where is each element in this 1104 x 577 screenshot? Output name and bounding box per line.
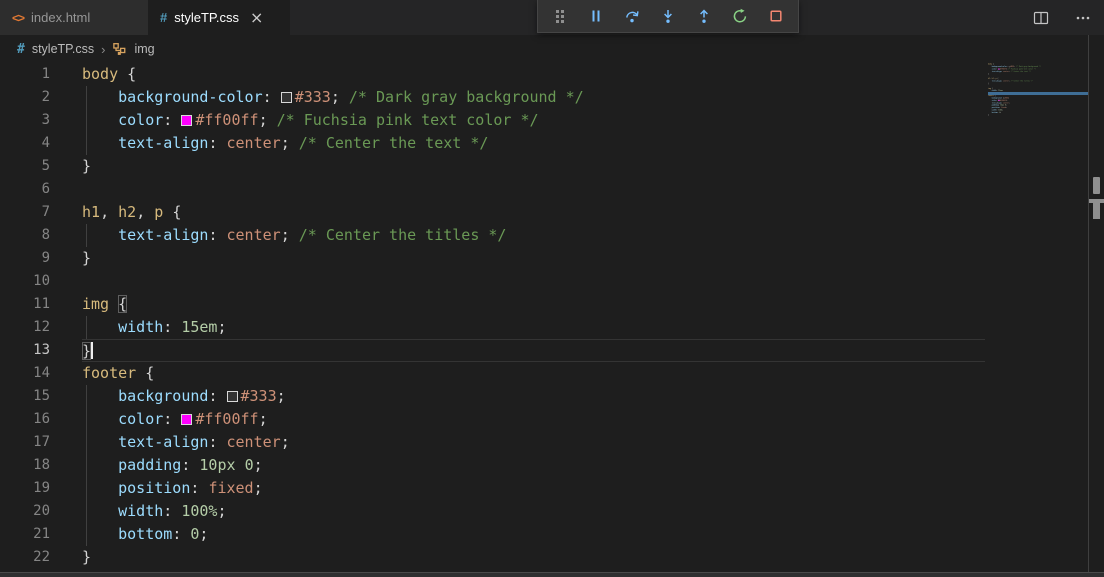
code-line[interactable]: 1 body { xyxy=(0,63,985,86)
line-number[interactable]: 9 xyxy=(0,247,50,270)
code-line[interactable]: 15 background: #333; xyxy=(0,385,985,408)
code-line[interactable]: 20 width: 100%; xyxy=(0,500,985,523)
code-line[interactable]: 2 background-color: #333; /* Dark gray b… xyxy=(0,86,985,109)
tab-label: styleTP.css xyxy=(174,10,240,25)
breadcrumb-symbol[interactable]: img xyxy=(134,42,154,56)
line-number[interactable]: 21 xyxy=(0,523,50,546)
line-number[interactable]: 13 xyxy=(0,339,50,362)
line-number[interactable]: 16 xyxy=(0,408,50,431)
line-number[interactable]: 10 xyxy=(0,270,50,293)
code-line[interactable]: 16 color: #ff00ff; xyxy=(0,408,985,431)
code-line[interactable]: 9} xyxy=(0,247,985,270)
line-number[interactable]: 18 xyxy=(0,454,50,477)
code-line[interactable]: 5} xyxy=(0,155,985,178)
line-number[interactable]: 11 xyxy=(0,293,50,316)
debug-toolbar xyxy=(537,0,799,33)
panel-top-edge xyxy=(0,572,1104,577)
line-number[interactable]: 3 xyxy=(0,109,50,132)
chevron-right-icon: › xyxy=(101,41,106,57)
line-number[interactable]: 14 xyxy=(0,362,50,385)
editor-actions xyxy=(1030,0,1094,35)
split-editor-icon[interactable] xyxy=(1030,7,1052,29)
code-line[interactable]: 22} xyxy=(0,546,985,569)
css-file-icon: # xyxy=(17,41,25,57)
code-line[interactable]: 7 h1, h2, p { xyxy=(0,201,985,224)
pause-button[interactable] xyxy=(583,3,609,29)
code-editor[interactable]: 1 body {2 background-color: #333; /* Dark… xyxy=(0,63,985,569)
code-line[interactable]: 19 position: fixed; xyxy=(0,477,985,500)
line-number[interactable]: 17 xyxy=(0,431,50,454)
css-file-icon: # xyxy=(160,10,168,25)
line-number[interactable]: 1 xyxy=(0,63,50,86)
code-line[interactable]: 18 padding: 10px 0; xyxy=(0,454,985,477)
overview-ruler-marker xyxy=(1093,177,1100,194)
line-number[interactable]: 7 xyxy=(0,201,50,224)
text-cursor xyxy=(91,342,94,359)
close-tab-icon[interactable]: × xyxy=(250,9,263,26)
code-line[interactable]: 8 text-align: center; /* Center the titl… xyxy=(0,224,985,247)
code-line[interactable]: 13} xyxy=(0,339,985,362)
code-line[interactable]: 21 bottom: 0; xyxy=(0,523,985,546)
line-number[interactable]: 22 xyxy=(0,546,50,569)
tab-styletp-css[interactable]: # styleTP.css × xyxy=(148,0,290,35)
line-number[interactable]: 6 xyxy=(0,178,50,201)
css-rule-symbol-icon xyxy=(112,42,127,57)
minimap[interactable]: body { background-color: #333; /* Dark g… xyxy=(988,63,1088,193)
tab-label: index.html xyxy=(31,10,91,25)
code-line[interactable]: 17 text-align: center; xyxy=(0,431,985,454)
line-number[interactable]: 5 xyxy=(0,155,50,178)
breadcrumb-file[interactable]: styleTP.css xyxy=(32,42,94,56)
code-line[interactable]: 6 xyxy=(0,178,985,201)
code-line[interactable]: 14 footer { xyxy=(0,362,985,385)
step-into-button[interactable] xyxy=(655,3,681,29)
line-number[interactable]: 12 xyxy=(0,316,50,339)
code-line[interactable]: 4 text-align: center; /* Center the text… xyxy=(0,132,985,155)
line-number[interactable]: 20 xyxy=(0,500,50,523)
more-actions-ellipsis-icon[interactable] xyxy=(1072,7,1094,29)
line-number[interactable]: 2 xyxy=(0,86,50,109)
html-file-icon: <> xyxy=(12,10,25,25)
overview-ruler-border xyxy=(1088,35,1089,577)
code-line[interactable]: 3 color: #ff00ff; /* Fuchsia pink text c… xyxy=(0,109,985,132)
line-number[interactable]: 8 xyxy=(0,224,50,247)
stop-button[interactable] xyxy=(763,3,789,29)
line-number[interactable]: 4 xyxy=(0,132,50,155)
line-number[interactable]: 19 xyxy=(0,477,50,500)
restart-button[interactable] xyxy=(727,3,753,29)
step-over-button[interactable] xyxy=(619,3,645,29)
overview-ruler-marker xyxy=(1093,203,1100,219)
minimap-current-line-highlight xyxy=(988,92,1088,95)
code-line[interactable]: 12 width: 15em; xyxy=(0,316,985,339)
drag-handle-icon[interactable] xyxy=(547,3,573,29)
tab-index-html[interactable]: <> index.html xyxy=(0,0,148,35)
breadcrumb: # styleTP.css › img xyxy=(0,35,1104,63)
code-line[interactable]: 11 img { xyxy=(0,293,985,316)
code-line[interactable]: 10 xyxy=(0,270,985,293)
line-number[interactable]: 15 xyxy=(0,385,50,408)
step-out-button[interactable] xyxy=(691,3,717,29)
